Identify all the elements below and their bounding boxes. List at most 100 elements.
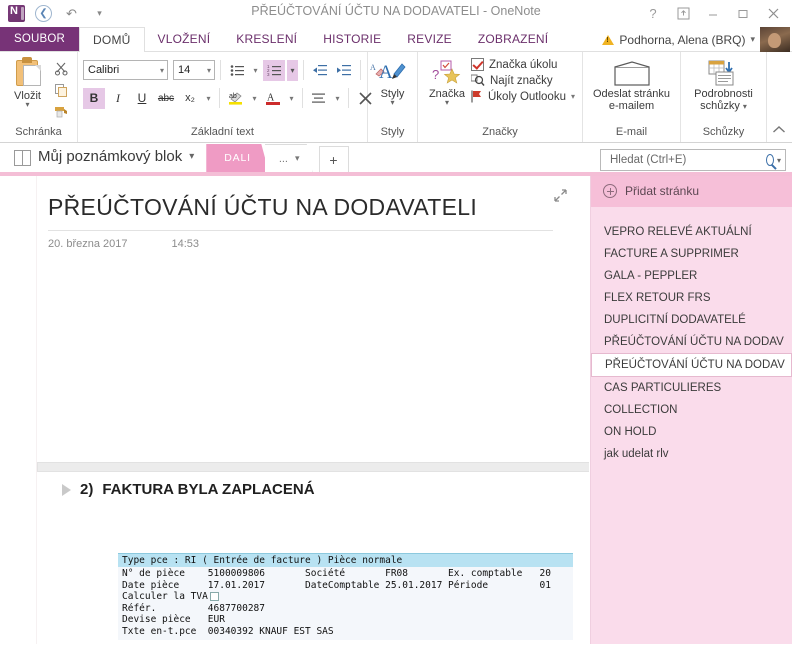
avatar[interactable] bbox=[760, 27, 790, 52]
add-section-button[interactable]: + bbox=[318, 146, 349, 172]
copy-button[interactable] bbox=[50, 80, 72, 100]
search-input[interactable] bbox=[608, 153, 766, 167]
subscript-button[interactable]: x₂ bbox=[179, 88, 201, 109]
sap-field-line: Date pièce 17.01.2017 DateComptable 25.0… bbox=[122, 579, 551, 591]
close-button[interactable] bbox=[758, 2, 788, 26]
sap-field-line: N° de pièce 5100009806 Société FR08 Ex. … bbox=[122, 568, 551, 579]
customize-qat-button[interactable]: ▾ bbox=[90, 4, 109, 23]
tab-soubor[interactable]: SOUBOR bbox=[0, 27, 80, 51]
tab-historie[interactable]: HISTORIE bbox=[310, 27, 394, 51]
notebook-selector[interactable]: Můj poznámkový blok ▾ bbox=[0, 148, 206, 172]
align-button[interactable] bbox=[308, 88, 330, 109]
search-box[interactable]: ▾ bbox=[600, 149, 786, 171]
page-list-item-selected[interactable]: PŘEÚČTOVÁNÍ ÚČTU NA DODAV bbox=[591, 353, 792, 377]
subscript-dropdown[interactable]: ▾ bbox=[203, 88, 214, 109]
section-heading-2[interactable]: 2) FAKTURA BYLA ZAPLACENÁ bbox=[62, 481, 315, 498]
outlook-tasks-item[interactable]: Úkoly Outlooku ▾ bbox=[471, 90, 575, 103]
chevron-down-icon[interactable]: ▾ bbox=[571, 92, 575, 101]
page-title[interactable]: PŘEÚČTOVÁNÍ ÚČTU NA DODAVATELI bbox=[48, 194, 590, 221]
bullets-dropdown[interactable]: ▾ bbox=[250, 60, 261, 81]
chevron-down-icon[interactable]: ▾ bbox=[750, 34, 755, 45]
maximize-button[interactable] bbox=[728, 2, 758, 26]
page-list-item[interactable]: CAS PARTICULIERES bbox=[591, 377, 792, 399]
tab-zobrazeni[interactable]: ZOBRAZENÍ bbox=[465, 27, 561, 51]
font-name-combo[interactable]: Calibri ▾ bbox=[83, 60, 168, 80]
account-area[interactable]: Podhorna, Alena (BRQ) ▾ bbox=[602, 27, 792, 52]
email-page-button[interactable]: Odeslat stránku e-mailem bbox=[588, 55, 675, 112]
page-canvas[interactable]: PŘEÚČTOVÁNÍ ÚČTU NA DODAVATELI 20. březn… bbox=[0, 176, 590, 644]
back-button[interactable]: ❮ bbox=[34, 4, 53, 23]
page-datetime: 20. března 2017 14:53 bbox=[48, 238, 590, 250]
font-color-button[interactable]: A bbox=[262, 88, 284, 109]
meeting-details-button[interactable]: Podrobnosti schůzky ▾ bbox=[686, 55, 761, 112]
decrease-indent-button[interactable] bbox=[309, 60, 331, 81]
underline-button[interactable]: U bbox=[131, 88, 153, 109]
sap-field-line: Txte en-t.pce 00340392 KNAUF EST SAS bbox=[122, 625, 334, 637]
font-size-combo[interactable]: 14 ▾ bbox=[173, 60, 215, 80]
tag-button[interactable]: ? Značka ▾ bbox=[423, 55, 471, 107]
find-tags-item[interactable]: Najít značky bbox=[471, 74, 575, 87]
add-page-button[interactable]: Přidat stránku bbox=[591, 176, 792, 207]
chevron-down-icon[interactable]: ▾ bbox=[743, 102, 747, 111]
tab-revize[interactable]: REVIZE bbox=[394, 27, 465, 51]
format-painter-button[interactable] bbox=[50, 102, 72, 122]
chevron-down-icon[interactable]: ▾ bbox=[25, 101, 29, 109]
page-list-item[interactable]: DUPLICITNÍ DODAVATELÉ bbox=[591, 309, 792, 331]
search-icon[interactable] bbox=[766, 154, 774, 166]
text-highlight-dropdown[interactable]: ▾ bbox=[249, 88, 260, 109]
sap-field-line: Devise pièce EUR bbox=[122, 614, 225, 625]
increase-indent-button[interactable] bbox=[333, 60, 355, 81]
cut-button[interactable] bbox=[50, 58, 72, 78]
bullets-button[interactable] bbox=[226, 60, 248, 81]
collapse-ribbon-button[interactable] bbox=[772, 125, 786, 138]
sap-fields: N° de pièce 5100009806 Société FR08 Ex. … bbox=[118, 567, 573, 640]
tab-kresleni[interactable]: KRESLENÍ bbox=[223, 27, 310, 51]
page-list-item[interactable]: jak udelat rlv bbox=[591, 443, 792, 465]
bold-button[interactable]: B bbox=[83, 87, 105, 109]
notebook-bar: Můj poznámkový blok ▾ DALI ... ▾ + ▾ bbox=[0, 143, 792, 176]
strikethrough-button[interactable]: abc bbox=[155, 88, 177, 109]
chevron-down-icon[interactable]: ▾ bbox=[390, 99, 394, 107]
find-tags-label: Najít značky bbox=[490, 74, 553, 87]
section-tab-dali[interactable]: DALI bbox=[206, 144, 269, 172]
section-overflow-tab[interactable]: ... ▾ bbox=[264, 144, 313, 172]
paste-button[interactable]: Vložit ▾ bbox=[5, 55, 50, 109]
page-list-item[interactable]: PŘEÚČTOVÁNÍ ÚČTU NA DODAV bbox=[591, 331, 792, 353]
tab-vlozeni[interactable]: VLOŽENÍ bbox=[145, 27, 224, 51]
email-page-label-2: e-mailem bbox=[608, 100, 655, 112]
tab-domu[interactable]: DOMŮ bbox=[79, 27, 145, 52]
ribbon-group-clipboard: Vložit ▾ Schránka bbox=[0, 52, 78, 142]
page-list-item[interactable]: VEPRO RELEVÉ AKTUÁLNÍ bbox=[591, 221, 792, 243]
sap-checkbox[interactable] bbox=[209, 592, 219, 602]
envelope-icon bbox=[613, 58, 650, 88]
ribbon-display-options-button[interactable] bbox=[668, 2, 698, 26]
search-dropdown-icon[interactable]: ▾ bbox=[777, 156, 781, 165]
page-list-item[interactable]: GALA - PEPPLER bbox=[591, 265, 792, 287]
decrease-indent-icon bbox=[313, 64, 327, 75]
page-list-item[interactable]: FACTURE A SUPPRIMER bbox=[591, 243, 792, 265]
styles-button[interactable]: A Styly ▾ bbox=[373, 55, 412, 107]
bullets-icon bbox=[230, 64, 244, 76]
numbering-dropdown[interactable]: ▾ bbox=[287, 59, 298, 81]
scissors-icon bbox=[54, 62, 68, 76]
close-icon bbox=[768, 8, 778, 19]
tag-todo-item[interactable]: Značka úkolu bbox=[471, 58, 575, 71]
chevron-down-icon[interactable]: ▾ bbox=[445, 99, 449, 107]
chevron-down-icon: ▾ bbox=[97, 8, 102, 18]
ribbon-group-tags: ? Značka ▾ Značka úkolu Najít značky Úko… bbox=[418, 52, 583, 142]
align-dropdown[interactable]: ▾ bbox=[332, 88, 343, 109]
sap-screenshot-image[interactable]: Type pce : RI ( Entrée de facture ) Pièc… bbox=[118, 553, 573, 644]
numbering-button[interactable]: 1 2 3 bbox=[263, 59, 285, 81]
collapse-triangle-icon[interactable] bbox=[62, 483, 71, 496]
undo-button[interactable]: ↶ bbox=[62, 4, 81, 23]
page-list-item[interactable]: COLLECTION bbox=[591, 399, 792, 421]
sap-header-line: Type pce : RI ( Entrée de facture ) Pièc… bbox=[118, 553, 573, 567]
page-list-item[interactable]: ON HOLD bbox=[591, 421, 792, 443]
page-list-item[interactable]: FLEX RETOUR FRS bbox=[591, 287, 792, 309]
font-color-dropdown[interactable]: ▾ bbox=[286, 88, 297, 109]
text-highlight-button[interactable]: ab bbox=[225, 88, 247, 109]
minimize-button[interactable] bbox=[698, 2, 728, 26]
help-button[interactable]: ? bbox=[638, 2, 668, 26]
italic-button[interactable]: I bbox=[107, 88, 129, 109]
expand-page-icon[interactable] bbox=[553, 188, 568, 206]
